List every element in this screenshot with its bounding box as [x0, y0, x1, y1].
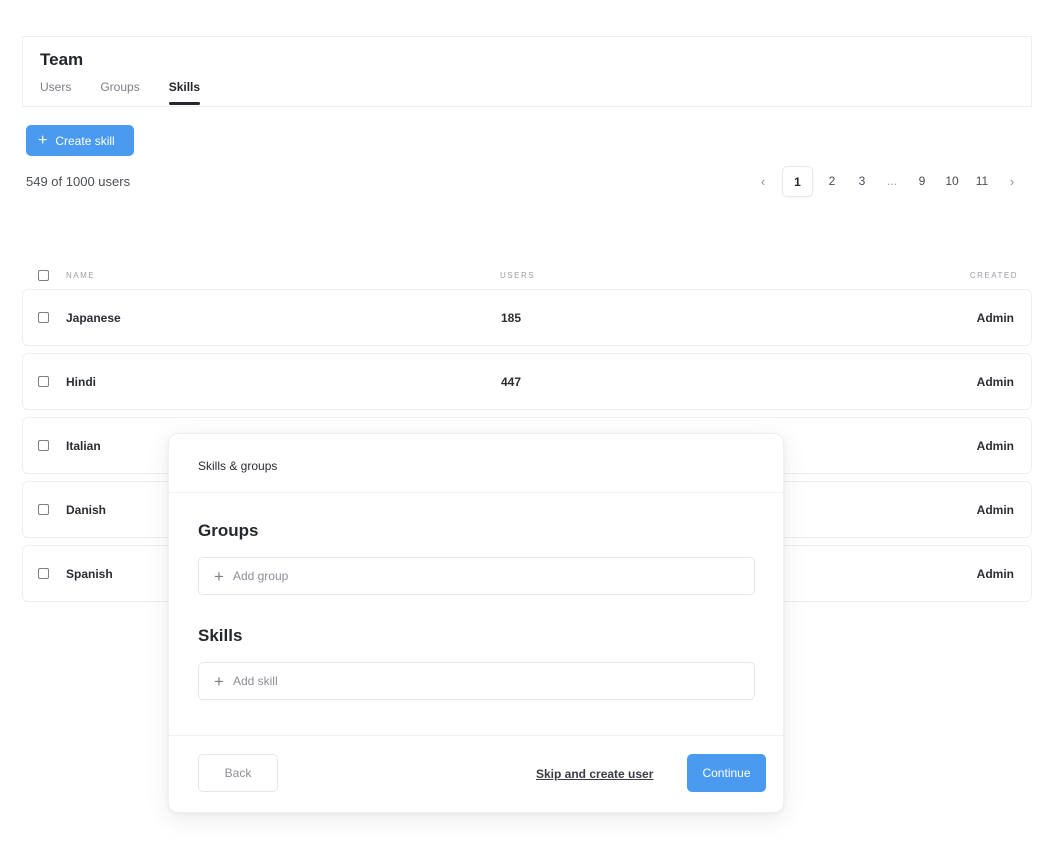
create-skill-label: Create skill	[55, 133, 115, 148]
groups-section-title: Groups	[198, 521, 259, 540]
skills-section-title: Skills	[198, 626, 243, 645]
team-header: Team Users Groups Skills	[22, 36, 1032, 107]
row-checkbox[interactable]	[38, 440, 49, 451]
plus-icon: +	[38, 131, 48, 149]
back-button[interactable]: Back	[198, 754, 278, 792]
cell-name: Japanese	[66, 311, 121, 325]
cell-created: Admin	[976, 311, 1014, 325]
page-1[interactable]: 1	[782, 166, 813, 197]
table-row[interactable]: Hindi 447 Admin	[22, 353, 1032, 410]
skip-and-create-user-link[interactable]: Skip and create user	[536, 767, 653, 781]
create-skill-button[interactable]: + Create skill	[26, 125, 134, 156]
skills-groups-modal: Skills & groups Groups + Add group Skill…	[168, 433, 784, 813]
add-group-field[interactable]: + Add group	[198, 557, 755, 595]
chevron-left-icon[interactable]: ‹	[752, 166, 774, 197]
column-created-header[interactable]: CREATED	[970, 271, 1018, 280]
chevron-right-icon[interactable]: ›	[1001, 166, 1023, 197]
page-ellipsis: ...	[886, 174, 897, 188]
page-9[interactable]: 9	[911, 166, 933, 197]
column-name-header[interactable]: NAME	[66, 271, 95, 280]
page-title: Team	[40, 50, 84, 69]
page-2[interactable]: 2	[821, 166, 843, 197]
add-skill-label: Add skill	[232, 674, 278, 688]
row-checkbox[interactable]	[38, 312, 49, 323]
modal-title: Skills & groups	[198, 459, 278, 473]
page-3[interactable]: 3	[851, 166, 873, 197]
cell-name: Italian	[66, 439, 101, 453]
tab-skills[interactable]: Skills	[168, 80, 201, 105]
cell-created: Admin	[976, 375, 1014, 389]
page-11[interactable]: 11	[971, 166, 993, 197]
plus-icon: +	[214, 671, 224, 691]
page-10[interactable]: 10	[941, 166, 963, 197]
table-row[interactable]: Japanese 185 Admin	[22, 289, 1032, 346]
cell-created: Admin	[976, 439, 1014, 453]
cell-name: Spanish	[66, 567, 113, 581]
divider	[169, 735, 783, 736]
cell-name: Hindi	[66, 375, 96, 389]
row-checkbox[interactable]	[38, 376, 49, 387]
pagination: ‹ 1 2 3 ... 9 10 11 ›	[752, 166, 1031, 197]
cell-users: 185	[501, 311, 522, 325]
add-group-label: Add group	[232, 569, 289, 583]
continue-button[interactable]: Continue	[687, 754, 766, 792]
cell-users: 447	[501, 375, 522, 389]
row-checkbox[interactable]	[38, 568, 49, 579]
column-users-header[interactable]: USERS	[500, 271, 535, 280]
result-count: 549 of 1000 users	[26, 174, 131, 189]
tab-users[interactable]: Users	[40, 80, 71, 104]
cell-name: Danish	[66, 503, 107, 517]
select-all-checkbox[interactable]	[38, 270, 49, 281]
cell-created: Admin	[976, 567, 1014, 581]
cell-created: Admin	[976, 503, 1014, 517]
table-header: NAME USERS CREATED	[22, 268, 1032, 286]
row-checkbox[interactable]	[38, 504, 49, 515]
tab-groups[interactable]: Groups	[100, 80, 139, 104]
tab-bar: Users Groups Skills	[40, 80, 229, 105]
divider	[169, 492, 783, 493]
plus-icon: +	[214, 566, 224, 586]
add-skill-field[interactable]: + Add skill	[198, 662, 755, 700]
